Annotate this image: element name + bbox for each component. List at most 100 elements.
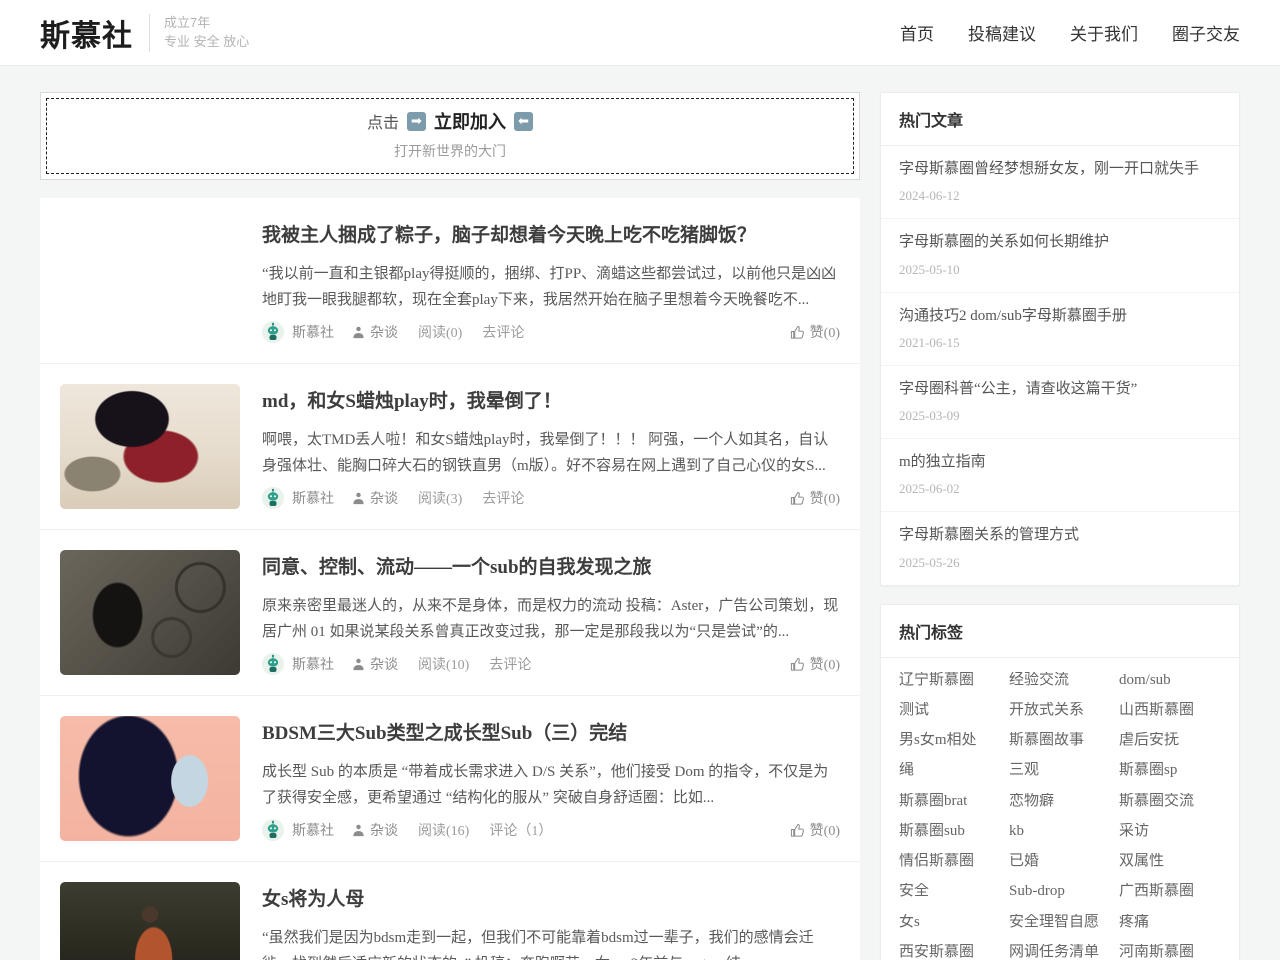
hot-article-item[interactable]: m的独立指南 2025-06-02 bbox=[881, 439, 1239, 512]
tag-link[interactable]: 斯慕圈交流 bbox=[1119, 793, 1221, 810]
tag-link[interactable]: 山西斯慕圈 bbox=[1119, 702, 1221, 719]
tag-link[interactable]: 采访 bbox=[1119, 823, 1221, 840]
like-button[interactable]: 赞(0) bbox=[790, 820, 840, 840]
hot-article-item[interactable]: 字母斯慕圈的关系如何长期维护 2025-05-10 bbox=[881, 219, 1239, 292]
tag-grid: 辽宁斯慕圈经验交流 dom/sub 测试开放式关系山西斯慕圈男s女m相处斯慕圈故事虐… bbox=[881, 658, 1239, 960]
tag-link[interactable]: 已婚 bbox=[1009, 853, 1111, 870]
hot-article-title: 字母斯慕圈关系的管理方式 bbox=[899, 525, 1221, 545]
comments-link[interactable]: 去评论 bbox=[489, 654, 531, 674]
article-title[interactable]: 同意、控制、流动——一个sub的自我发现之旅 bbox=[262, 552, 840, 579]
article-title[interactable]: 我被主人捆成了粽子，脑子却想着今天晚上吃不吃猪脚饭？ bbox=[262, 220, 840, 247]
banner-cta-row: 点击 ➡ 立即加入 ⬅ bbox=[47, 108, 853, 134]
tagline-line2: 专业 安全 放心 bbox=[164, 33, 249, 52]
author-avatar bbox=[262, 653, 284, 675]
tag-link[interactable]: 女s bbox=[899, 914, 1001, 931]
article-row: 同意、控制、流动——一个sub的自我发现之旅 原来亲密里最迷人的，从来不是身体，… bbox=[40, 530, 860, 696]
like-button[interactable]: 赞(0) bbox=[790, 654, 840, 674]
article-body: md，和女S蜡烛play时，我晕倒了！ 啊喂，太TMD丢人啦！和女S蜡烛play… bbox=[262, 384, 840, 509]
tag-link[interactable]: 斯慕圈brat bbox=[899, 793, 1001, 810]
tag-link[interactable]: 安全 bbox=[899, 883, 1001, 900]
tag-link[interactable]: 绳 bbox=[899, 762, 1001, 779]
tag-link[interactable]: Sub-drop bbox=[1009, 883, 1111, 900]
article-title[interactable]: 女s将为人母 bbox=[262, 884, 840, 911]
tag-link[interactable]: 男s女m相处 bbox=[899, 732, 1001, 749]
tag-link[interactable]: 河南斯慕圈 bbox=[1119, 944, 1221, 960]
tag-link[interactable]: 辽宁斯慕圈 bbox=[899, 672, 1001, 689]
author-name[interactable]: 斯慕社 bbox=[292, 322, 334, 342]
tag-link[interactable]: 开放式关系 bbox=[1009, 702, 1111, 719]
banner-join-button[interactable]: 立即加入 bbox=[434, 108, 506, 134]
article-thumbnail[interactable] bbox=[60, 384, 240, 509]
tag-link[interactable]: 西安斯慕圈 bbox=[899, 944, 1001, 960]
hot-article-date: 2025-05-10 bbox=[899, 262, 1221, 278]
comments-link[interactable]: 去评论 bbox=[482, 488, 524, 508]
article-title[interactable]: md，和女S蜡烛play时，我晕倒了！ bbox=[262, 386, 840, 413]
comments-link[interactable]: 去评论 bbox=[482, 322, 524, 342]
tag-link[interactable]: 广西斯慕圈 bbox=[1119, 883, 1221, 900]
author-name[interactable]: 斯慕社 bbox=[292, 820, 334, 840]
author-name[interactable]: 斯慕社 bbox=[292, 488, 334, 508]
nav-item[interactable]: 关于我们 bbox=[1070, 20, 1138, 45]
comments-link[interactable]: 评论（1） bbox=[489, 820, 552, 840]
author-avatar bbox=[262, 819, 284, 841]
author-avatar bbox=[262, 321, 284, 343]
join-banner-inner: 点击 ➡ 立即加入 ⬅ 打开新世界的大门 bbox=[46, 98, 854, 174]
article-thumbnail[interactable] bbox=[60, 882, 240, 960]
arrow-left-icon[interactable]: ⬅ bbox=[514, 112, 533, 131]
tag-link[interactable]: 情侣斯慕圈 bbox=[899, 853, 1001, 870]
nav-item[interactable]: 首页 bbox=[900, 20, 934, 45]
author-avatar bbox=[262, 487, 284, 509]
tag-link[interactable]: 网调任务清单 bbox=[1009, 944, 1111, 960]
category-link[interactable]: 杂谈 bbox=[352, 488, 398, 508]
tag-link[interactable]: 测试 bbox=[899, 702, 1001, 719]
hot-article-date: 2025-06-02 bbox=[899, 481, 1221, 497]
tag-link[interactable]: 斯慕圈sub bbox=[899, 823, 1001, 840]
hot-article-title: 字母圈科普“公主，请查收这篇干货” bbox=[899, 379, 1221, 399]
article-thumbnail[interactable] bbox=[60, 550, 240, 675]
hot-article-item[interactable]: 字母斯慕圈关系的管理方式 2025-05-26 bbox=[881, 512, 1239, 584]
hot-articles-list: 字母斯慕圈曾经梦想掰女友，刚一开口就失手 2024-06-12 字母斯慕圈的关系… bbox=[881, 146, 1239, 585]
like-count: 赞(0) bbox=[810, 820, 840, 840]
read-count: 阅读(3) bbox=[418, 488, 462, 508]
read-count: 阅读(10) bbox=[418, 654, 469, 674]
tag-link[interactable]: 经验交流 bbox=[1009, 672, 1111, 689]
category-link[interactable]: 杂谈 bbox=[352, 654, 398, 674]
like-button[interactable]: 赞(0) bbox=[790, 488, 840, 508]
thumbs-up-icon bbox=[790, 325, 805, 340]
hot-article-item[interactable]: 字母斯慕圈曾经梦想掰女友，刚一开口就失手 2024-06-12 bbox=[881, 146, 1239, 219]
like-count: 赞(0) bbox=[810, 488, 840, 508]
category-link[interactable]: 杂谈 bbox=[352, 820, 398, 840]
article-row: 女s将为人母 “虽然我们是因为bdsm走到一起，但我们不可能靠着bdsm过一辈子… bbox=[40, 862, 860, 960]
tag-link[interactable]: dom/sub bbox=[1119, 672, 1221, 689]
site-logo[interactable]: 斯慕社 bbox=[40, 11, 133, 55]
article-row: 我被主人捆成了粽子，脑子却想着今天晚上吃不吃猪脚饭？ “我以前一直和主银都pla… bbox=[40, 198, 860, 364]
nav-item[interactable]: 投稿建议 bbox=[968, 20, 1036, 45]
tag-link[interactable]: 恋物癖 bbox=[1009, 793, 1111, 810]
tag-link[interactable]: 双属性 bbox=[1119, 853, 1221, 870]
robot-avatar-icon bbox=[262, 653, 284, 675]
tag-link[interactable]: 斯慕圈sp bbox=[1119, 762, 1221, 779]
arrow-right-icon[interactable]: ➡ bbox=[407, 112, 426, 131]
article-body: BDSM三大Sub类型之成长型Sub（三）完结 成长型 Sub 的本质是 “带着… bbox=[262, 716, 840, 841]
tag-link[interactable]: 虐后安抚 bbox=[1119, 732, 1221, 749]
like-button[interactable]: 赞(0) bbox=[790, 322, 840, 342]
join-banner[interactable]: 点击 ➡ 立即加入 ⬅ 打开新世界的大门 bbox=[40, 92, 860, 180]
logo-divider bbox=[149, 14, 150, 52]
tag-link[interactable]: 疼痛 bbox=[1119, 914, 1221, 931]
tag-link[interactable]: 三观 bbox=[1009, 762, 1111, 779]
article-meta: 斯慕社 杂谈 阅读(3) 去评论 赞(0) bbox=[262, 487, 840, 509]
tag-link[interactable]: kb bbox=[1009, 823, 1111, 840]
author-name[interactable]: 斯慕社 bbox=[292, 654, 334, 674]
tag-link[interactable]: 安全理智自愿 bbox=[1009, 914, 1111, 931]
article-thumbnail[interactable] bbox=[60, 218, 240, 343]
category-icon bbox=[352, 824, 365, 837]
tag-link[interactable]: 斯慕圈故事 bbox=[1009, 732, 1111, 749]
article-thumbnail[interactable] bbox=[60, 716, 240, 841]
article-title[interactable]: BDSM三大Sub类型之成长型Sub（三）完结 bbox=[262, 718, 840, 745]
category-link[interactable]: 杂谈 bbox=[352, 322, 398, 342]
article-excerpt: “虽然我们是因为bdsm走到一起，但我们不可能靠着bdsm过一辈子，我们的感情会… bbox=[262, 925, 840, 960]
nav-item[interactable]: 圈子交友 bbox=[1172, 20, 1240, 45]
hot-article-item[interactable]: 字母圈科普“公主，请查收这篇干货” 2025-03-09 bbox=[881, 366, 1239, 439]
hot-article-title: 沟通技巧2 dom/sub字母斯慕圈手册 bbox=[899, 306, 1221, 326]
hot-article-item[interactable]: 沟通技巧2 dom/sub字母斯慕圈手册 2021-06-15 bbox=[881, 293, 1239, 366]
